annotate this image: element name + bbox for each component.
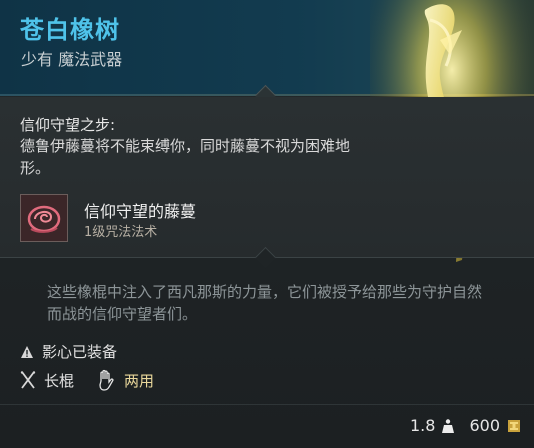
footer-divider (0, 404, 534, 405)
weight-icon (442, 418, 455, 433)
spell-name[interactable]: 信仰守望的藤蔓 (84, 198, 196, 222)
feature-description: 德鲁伊藤蔓将不能束缚你，同时藤蔓不视为困难地形。 (20, 137, 351, 177)
item-value: 600 (469, 416, 500, 435)
attunement-row: 影心已装备 (20, 341, 117, 362)
handedness: 两用 (124, 371, 155, 390)
feature-title: 信仰守望之步: (20, 116, 116, 134)
weapon-type: 长棍 (44, 371, 75, 390)
item-name: 苍白橡树 (20, 16, 120, 44)
attunement-label: 影心已装备 (42, 343, 118, 361)
item-tooltip: 苍白橡树 少有 魔法武器 信仰守望之步: 德鲁伊藤蔓将不能束缚你，同时藤蔓不视为… (0, 0, 534, 448)
gold-coin-icon (508, 419, 520, 432)
flavor-text: 这些橡棍中注入了西凡那斯的力量，它们被授予给那些为守护自然而战的信仰守望者们。 (47, 283, 483, 323)
crossed-staves-icon (20, 371, 36, 389)
weapon-properties-row: 长棍 两用 (20, 369, 154, 391)
item-rarity-type: 少有 魔法武器 (21, 50, 123, 69)
item-weight: 1.8 (410, 416, 436, 435)
spell-level: 1级咒法法术 (84, 225, 158, 240)
vine-spell-icon[interactable] (20, 194, 68, 242)
hand-icon (99, 369, 114, 391)
item-footer: 1.8 600 (410, 416, 522, 435)
warning-triangle-icon (21, 345, 33, 358)
